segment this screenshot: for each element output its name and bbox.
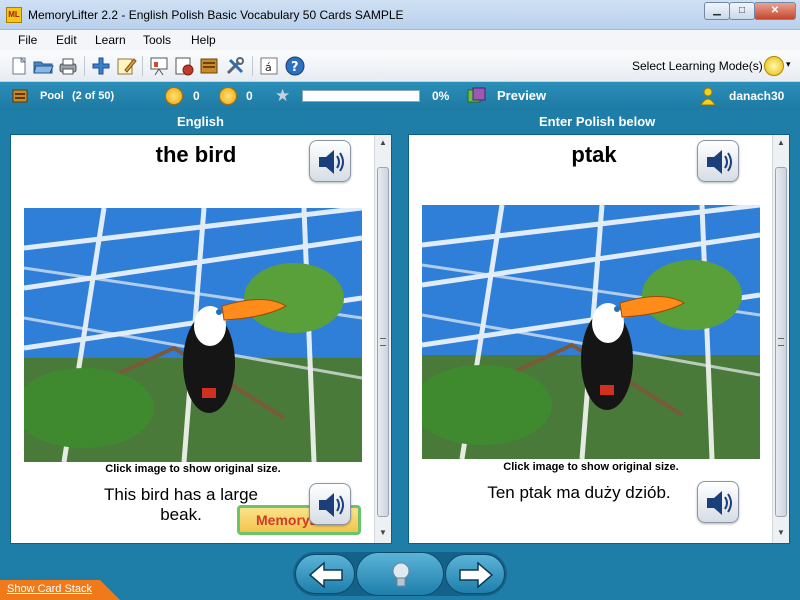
pool-label: Pool [40, 90, 64, 102]
next-card-button[interactable] [445, 554, 505, 594]
toolbar-separator [252, 56, 253, 76]
svg-text:á: á [265, 61, 272, 74]
menu-learn[interactable]: Learn [95, 33, 126, 47]
menu-tools[interactable]: Tools [143, 33, 171, 47]
answer-header: Enter Polish below [539, 114, 656, 129]
menu-help[interactable]: Help [191, 33, 216, 47]
sad-smiley-icon [219, 87, 237, 105]
close-button[interactable]: ✕ [754, 2, 796, 20]
answer-scrollbar[interactable]: ▲ ▼ [772, 135, 789, 543]
help-icon[interactable]: ? [284, 55, 306, 77]
preview-button[interactable]: Preview [497, 88, 546, 103]
previous-card-button[interactable] [295, 554, 355, 594]
maximize-button[interactable]: □ [729, 2, 755, 20]
answer-image-caption: Click image to show original size. [503, 461, 679, 473]
answer-example-sentence: Ten ptak ma duży dziób. [487, 483, 671, 502]
speaker-icon [707, 150, 732, 174]
open-icon[interactable] [32, 55, 54, 77]
card-box-icon[interactable] [198, 55, 220, 77]
toolbar-separator [84, 56, 85, 76]
scroll-thumb[interactable] [775, 167, 787, 517]
menu-edit[interactable]: Edit [56, 33, 77, 47]
wrong-count: 0 [246, 89, 253, 103]
scroll-up-arrow[interactable]: ▲ [775, 138, 787, 150]
arrow-left-icon [308, 561, 343, 589]
settings-tools-icon[interactable] [224, 55, 246, 77]
right-count: 0 [193, 89, 200, 103]
happy-smiley-icon [165, 87, 183, 105]
question-audio-button[interactable] [309, 140, 351, 182]
show-card-stack-link[interactable]: Show Card Stack [7, 583, 92, 595]
user-icon [700, 87, 716, 105]
scroll-grip [380, 338, 386, 346]
question-image[interactable] [24, 208, 362, 462]
star-icon: ★ [275, 86, 291, 105]
learning-mode-label[interactable]: Select Learning Mode(s) [632, 59, 763, 73]
scroll-grip [778, 338, 784, 346]
menu-file[interactable]: File [18, 33, 37, 47]
chevron-down-icon[interactable]: ▾ [786, 59, 791, 70]
learning-mode-icon[interactable] [764, 56, 784, 76]
show-card-stack-tab[interactable]: Show Card Stack [0, 580, 120, 600]
question-sentence-audio-button[interactable] [309, 483, 351, 525]
progress-bar [302, 90, 420, 102]
speaker-icon [707, 491, 732, 515]
edit-icon[interactable] [115, 55, 137, 77]
presentation-icon[interactable] [148, 55, 170, 77]
answer-sentence-audio-button[interactable] [697, 481, 739, 523]
card-area: the bird Click image to show original si… [0, 134, 800, 546]
toolbar: á ? Select Learning Mode(s) ▾ [0, 50, 800, 82]
minimize-button[interactable]: ▁ [704, 2, 730, 20]
new-icon[interactable] [8, 55, 30, 77]
scroll-down-arrow[interactable]: ▼ [775, 528, 787, 540]
print-icon[interactable] [57, 55, 79, 77]
toucan-photo [24, 208, 362, 462]
column-headers: English Enter Polish below [0, 110, 800, 134]
hint-button[interactable] [356, 552, 444, 596]
preview-icon[interactable] [467, 87, 487, 105]
toucan-photo [422, 205, 760, 459]
user-name: danach30 [729, 89, 785, 103]
arrow-right-icon [459, 561, 494, 589]
title-bar: ML MemoryLifter 2.2 - English Polish Bas… [0, 0, 800, 30]
answer-card: ptak Click image to show original size. … [408, 134, 790, 544]
answer-image[interactable] [422, 205, 760, 459]
pool-icon [12, 89, 28, 103]
navigation-bar [0, 546, 800, 600]
lightbulb-icon [392, 562, 410, 587]
progress-percent: 0% [432, 89, 450, 103]
menu-bar: File Edit Learn Tools Help [0, 30, 800, 50]
answer-audio-button[interactable] [697, 140, 739, 182]
add-icon[interactable] [90, 55, 112, 77]
font-icon[interactable]: á [258, 55, 280, 77]
toolbar-separator [142, 56, 143, 76]
status-bar: Pool (2 of 50) 0 0 ★ 0% Preview danach30 [0, 82, 800, 110]
question-header: English [177, 114, 224, 129]
pool-count: (2 of 50) [72, 90, 115, 102]
svg-text:?: ? [291, 60, 299, 75]
question-card: the bird Click image to show original si… [10, 134, 392, 544]
window-title: MemoryLifter 2.2 - English Polish Basic … [28, 8, 404, 22]
speaker-icon [319, 493, 344, 517]
question-scrollbar[interactable]: ▲ ▼ [374, 135, 391, 543]
app-icon: ML [6, 7, 22, 23]
scroll-thumb[interactable] [377, 167, 389, 517]
question-image-caption: Click image to show original size. [105, 463, 281, 475]
scroll-up-arrow[interactable]: ▲ [377, 138, 389, 150]
speaker-icon [319, 150, 344, 174]
question-sentence-line1: This bird has a large [103, 485, 259, 504]
statistics-icon[interactable] [173, 55, 195, 77]
scroll-down-arrow[interactable]: ▼ [377, 528, 389, 540]
